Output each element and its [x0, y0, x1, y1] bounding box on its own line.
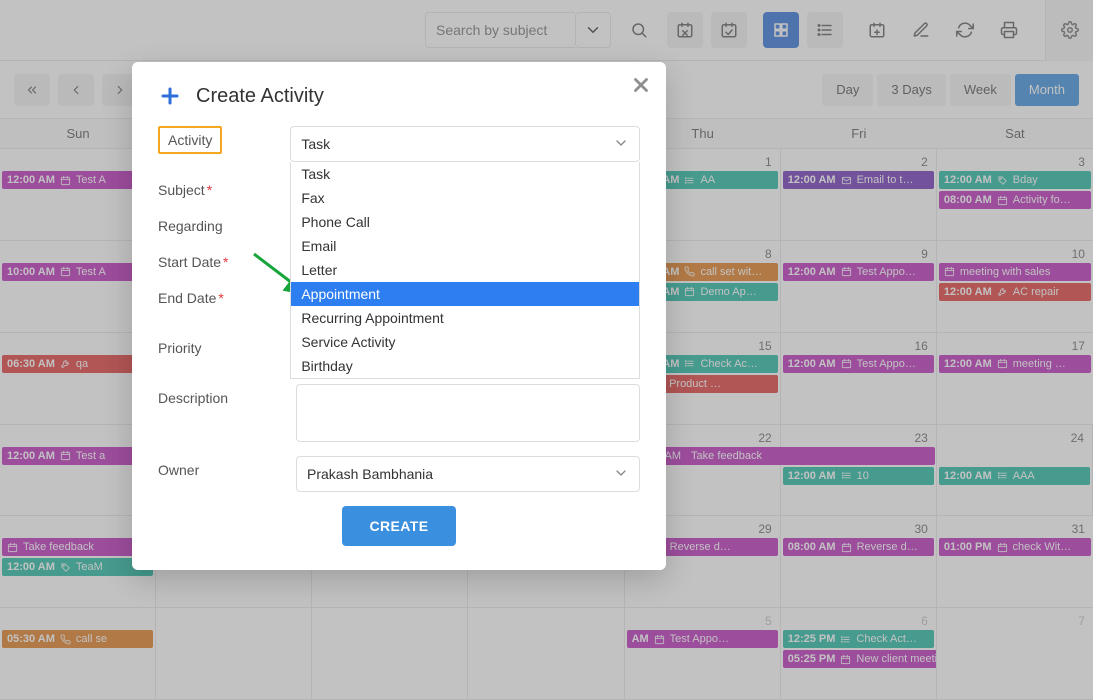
activity-option[interactable]: Fax — [291, 186, 639, 210]
activity-option[interactable]: Birthday — [291, 354, 639, 378]
label-activity: Activity — [158, 126, 222, 154]
activity-dropdown: TaskFaxPhone CallEmailLetterAppointmentR… — [290, 162, 640, 379]
activity-option[interactable]: Recurring Appointment — [291, 306, 639, 330]
owner-select[interactable]: Prakash Bambhania — [296, 456, 640, 492]
description-textarea[interactable] — [296, 384, 640, 442]
modal-title: Create Activity — [196, 85, 324, 108]
create-activity-modal: Create Activity Activity Task TaskFaxPho… — [132, 62, 666, 570]
activity-option[interactable]: Task — [291, 162, 639, 186]
activity-option[interactable]: Letter — [291, 258, 639, 282]
label-subject: Subject* — [158, 176, 296, 198]
activity-option[interactable]: Email — [291, 234, 639, 258]
chevron-down-icon — [613, 465, 629, 484]
label-regarding: Regarding — [158, 212, 296, 234]
activity-option[interactable]: Appointment — [291, 282, 639, 306]
activity-select[interactable]: Task — [290, 126, 640, 162]
create-button[interactable]: CREATE — [342, 506, 457, 546]
chevron-down-icon — [613, 135, 629, 154]
label-priority: Priority — [158, 334, 296, 356]
owner-value: Prakash Bambhania — [307, 466, 433, 482]
activity-option[interactable]: Service Activity — [291, 330, 639, 354]
plus-icon — [158, 84, 182, 108]
label-description: Description — [158, 384, 296, 406]
label-start-date: Start Date* — [158, 248, 296, 270]
activity-select-value: Task — [301, 136, 330, 152]
close-button[interactable] — [630, 74, 652, 101]
label-end-date: End Date* — [158, 284, 296, 306]
activity-option[interactable]: Phone Call — [291, 210, 639, 234]
label-owner: Owner — [158, 456, 296, 478]
